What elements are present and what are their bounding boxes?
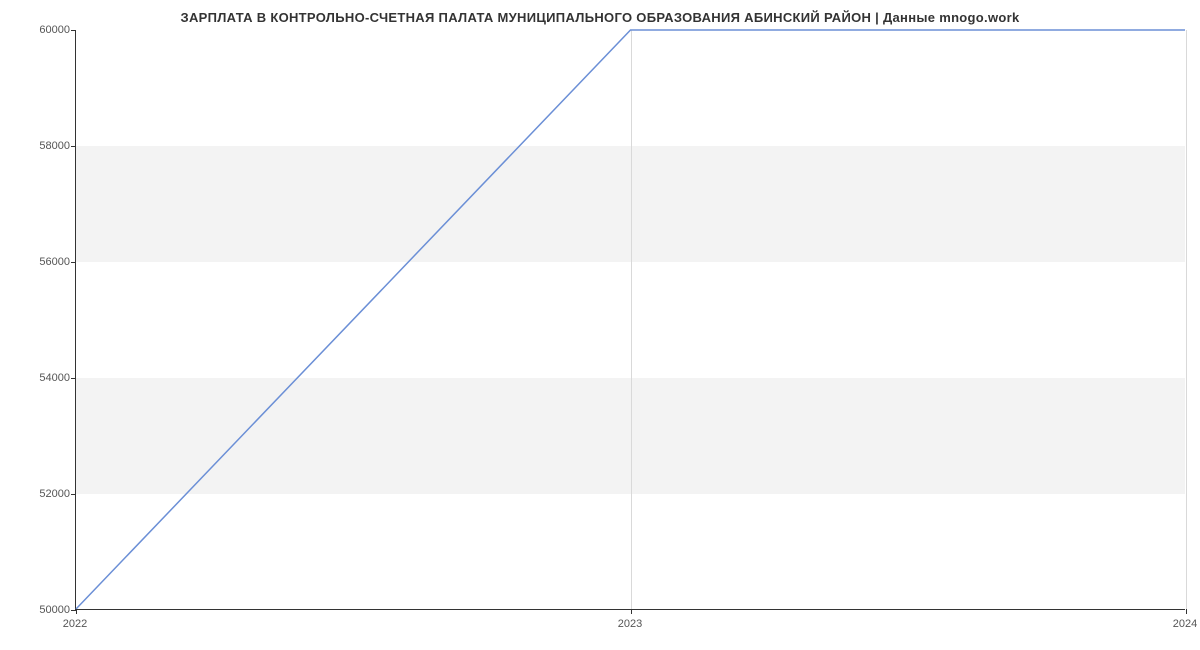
plot-area <box>75 30 1185 610</box>
y-tick-label: 54000 <box>10 372 70 384</box>
gridline-vertical <box>1186 30 1187 609</box>
x-tick-mark <box>1186 609 1187 614</box>
x-tick-label: 2024 <box>1173 618 1197 630</box>
y-tick-mark <box>71 610 76 611</box>
line-series <box>76 30 1185 609</box>
x-tick-label: 2023 <box>618 618 642 630</box>
y-tick-label: 60000 <box>10 24 70 36</box>
y-tick-mark <box>71 30 76 31</box>
x-tick-label: 2022 <box>63 618 87 630</box>
y-tick-label: 52000 <box>10 488 70 500</box>
y-tick-mark <box>71 262 76 263</box>
y-tick-mark <box>71 494 76 495</box>
x-tick-mark <box>76 609 77 614</box>
y-tick-mark <box>71 146 76 147</box>
y-tick-label: 56000 <box>10 256 70 268</box>
y-tick-label: 58000 <box>10 140 70 152</box>
chart-container: ЗАРПЛАТА В КОНТРОЛЬНО-СЧЕТНАЯ ПАЛАТА МУН… <box>0 0 1200 650</box>
x-tick-mark <box>631 609 632 614</box>
y-tick-label: 50000 <box>10 604 70 616</box>
chart-title: ЗАРПЛАТА В КОНТРОЛЬНО-СЧЕТНАЯ ПАЛАТА МУН… <box>0 0 1200 25</box>
y-tick-mark <box>71 378 76 379</box>
